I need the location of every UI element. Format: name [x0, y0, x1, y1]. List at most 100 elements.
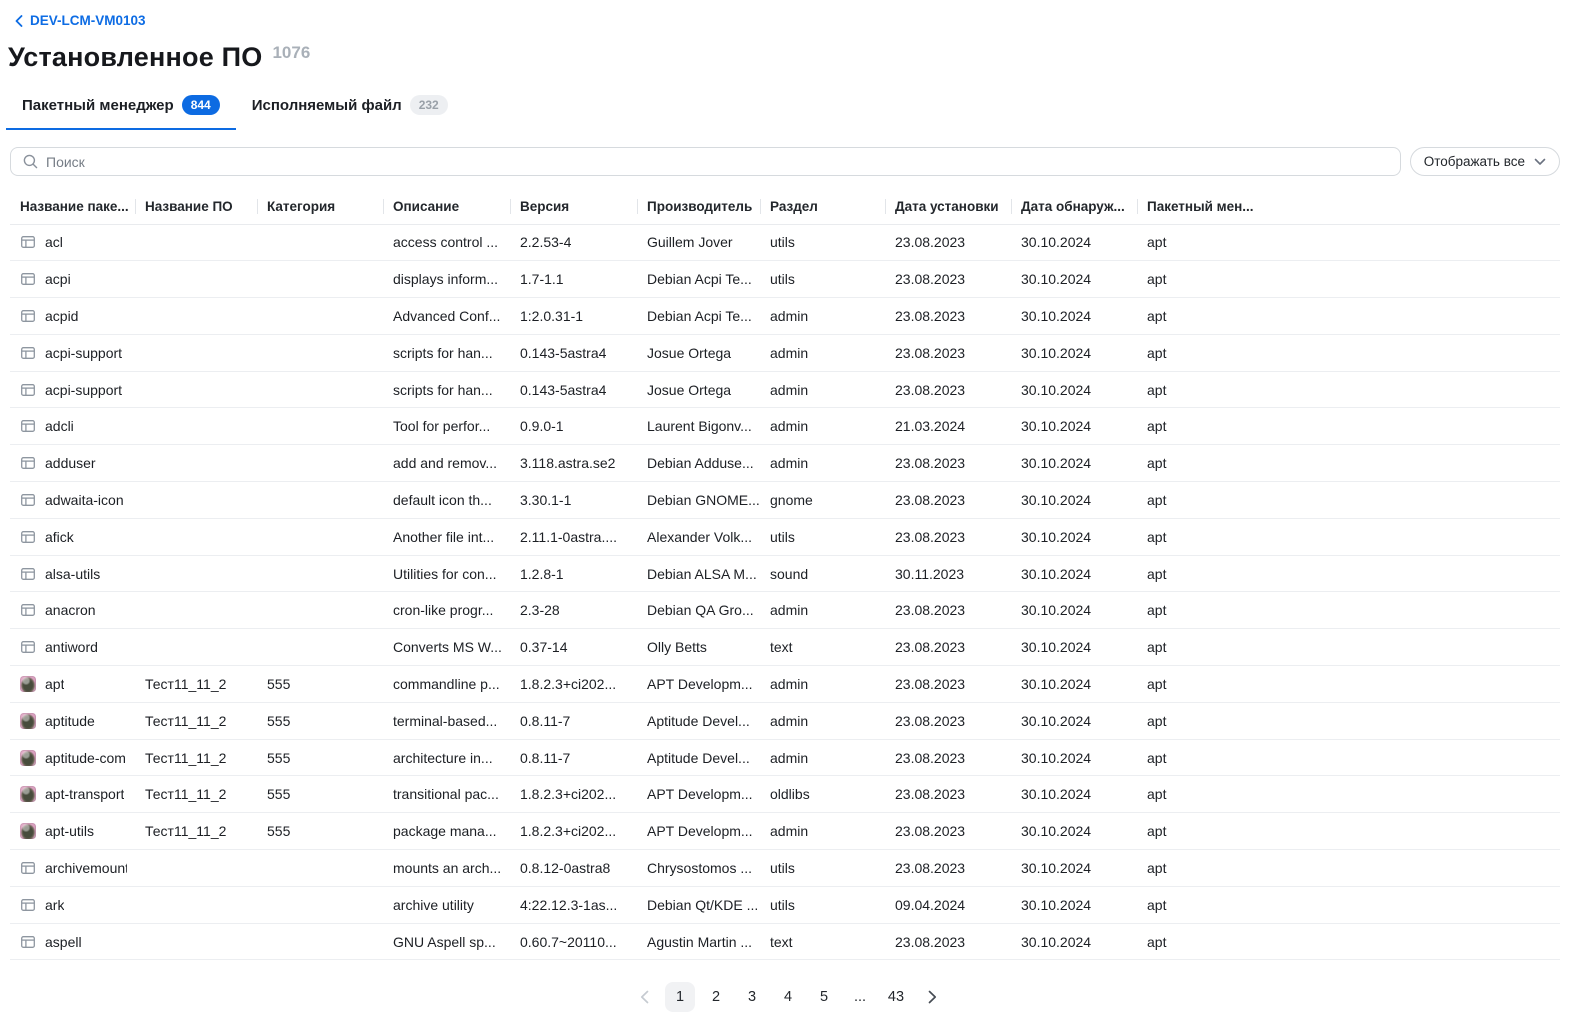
cell-section: admin [760, 334, 885, 371]
table-row[interactable]: acpi-supportscripts for han...0.143-5ast… [10, 334, 1560, 371]
table-row[interactable]: adcliTool for perfor...0.9.0-1Laurent Bi… [10, 408, 1560, 445]
cell-version: 0.8.12-0astra8 [510, 850, 637, 887]
package-name: ark [45, 897, 64, 913]
cell-software [135, 850, 257, 887]
cell-category: 555 [257, 776, 383, 813]
table-row[interactable]: aptitudeТест11_11_2555terminal-based...0… [10, 702, 1560, 739]
breadcrumb-label[interactable]: DEV-LCM-VM0103 [30, 13, 146, 28]
table-row[interactable]: afickAnother file int...2.11.1-0astra...… [10, 518, 1560, 555]
cell-discovered: 30.10.2024 [1011, 482, 1137, 519]
column-header[interactable]: Дата установки [885, 190, 1011, 224]
package-name: adcli [45, 418, 74, 434]
cell-discovered: 30.10.2024 [1011, 334, 1137, 371]
column-header[interactable]: Производитель [637, 190, 760, 224]
cell-vendor: Aptitude Devel... [637, 739, 760, 776]
window-icon [20, 382, 36, 398]
table-header-row: Название паке...Название ПОКатегорияОпис… [10, 190, 1560, 224]
table-row[interactable]: alsa-utilsUtilities for con...1.2.8-1Deb… [10, 555, 1560, 592]
cell-software: Тест11_11_2 [135, 776, 257, 813]
cell-manager: apt [1137, 445, 1560, 482]
cell-version: 2.2.53-4 [510, 224, 637, 261]
cell-manager: apt [1137, 886, 1560, 923]
tab-package-manager[interactable]: Пакетный менеджер844 [6, 89, 236, 130]
column-header[interactable]: Раздел [760, 190, 885, 224]
cell-description: Converts MS W... [383, 629, 510, 666]
pagination-page-43[interactable]: 43 [881, 982, 911, 1012]
pagination-prev-button[interactable] [629, 982, 659, 1012]
table-row[interactable]: aptТест11_11_2555commandline p...1.8.2.3… [10, 666, 1560, 703]
window-icon [20, 418, 36, 434]
pagination-page-3[interactable]: 3 [737, 982, 767, 1012]
column-header[interactable]: Описание [383, 190, 510, 224]
column-header[interactable]: Версия [510, 190, 637, 224]
search-box[interactable] [10, 147, 1401, 176]
table-row[interactable]: archivemountmounts an arch...0.8.12-0ast… [10, 850, 1560, 887]
cell-manager: apt [1137, 408, 1560, 445]
search-input[interactable] [46, 154, 1388, 170]
table-row[interactable]: acpi-supportscripts for han...0.143-5ast… [10, 371, 1560, 408]
page-count: 1076 [272, 43, 310, 63]
package-name: anacron [45, 602, 96, 618]
tab-executable-file[interactable]: Исполняемый файл232 [236, 89, 464, 130]
cell-version: 0.37-14 [510, 629, 637, 666]
cell-description: access control ... [383, 224, 510, 261]
table-row[interactable]: aclaccess control ...2.2.53-4Guillem Jov… [10, 224, 1560, 261]
package-name: alsa-utils [45, 566, 100, 582]
table-row[interactable]: acpidisplays inform...1.7-1.1Debian Acpi… [10, 261, 1560, 298]
cell-manager: apt [1137, 776, 1560, 813]
column-header[interactable]: Дата обнаруж... [1011, 190, 1137, 224]
cell-category [257, 555, 383, 592]
cell-vendor: Chrysostomos ... [637, 850, 760, 887]
column-header[interactable]: Категория [257, 190, 383, 224]
pagination-ellipsis: ... [845, 982, 875, 1012]
column-header[interactable]: Название паке... [10, 190, 135, 224]
table-row[interactable]: aspellGNU Aspell sp...0.60.7~20110...Agu… [10, 923, 1560, 960]
display-filter-dropdown[interactable]: Отображать все [1410, 147, 1560, 176]
pagination-page-4[interactable]: 4 [773, 982, 803, 1012]
cell-installed: 23.08.2023 [885, 334, 1011, 371]
cell-manager: apt [1137, 518, 1560, 555]
search-icon [23, 154, 38, 169]
cell-section: admin [760, 298, 885, 335]
cell-category [257, 334, 383, 371]
pagination-page-5[interactable]: 5 [809, 982, 839, 1012]
cell-manager: apt [1137, 629, 1560, 666]
cell-description: package mana... [383, 813, 510, 850]
table-row[interactable]: arkarchive utility4:22.12.3-1as...Debian… [10, 886, 1560, 923]
table-row[interactable]: adduseradd and remov...3.118.astra.se2De… [10, 445, 1560, 482]
window-icon [20, 271, 36, 287]
cell-discovered: 30.10.2024 [1011, 224, 1137, 261]
cell-installed: 23.08.2023 [885, 518, 1011, 555]
cell-software: Тест11_11_2 [135, 666, 257, 703]
cell-vendor: Debian Adduse... [637, 445, 760, 482]
window-icon [20, 897, 36, 913]
cell-description: Tool for perfor... [383, 408, 510, 445]
table-row[interactable]: anacroncron-like progr...2.3-28Debian QA… [10, 592, 1560, 629]
table-row[interactable]: antiwordConverts MS W...0.37-14Olly Bett… [10, 629, 1560, 666]
cell-category [257, 445, 383, 482]
table-row[interactable]: apt-utilsТест11_11_2555package mana...1.… [10, 813, 1560, 850]
cell-vendor: Debian Qt/KDE ... [637, 886, 760, 923]
pagination-next-button[interactable] [917, 982, 947, 1012]
table-row[interactable]: aptitude-comТест11_11_2555architecture i… [10, 739, 1560, 776]
cell-installed: 23.08.2023 [885, 850, 1011, 887]
cell-discovered: 30.10.2024 [1011, 261, 1137, 298]
cell-section: utils [760, 518, 885, 555]
cell-software: Тест11_11_2 [135, 739, 257, 776]
cell-category [257, 592, 383, 629]
cell-vendor: Alexander Volk... [637, 518, 760, 555]
table-row[interactable]: acpidAdvanced Conf...1:2.0.31-1Debian Ac… [10, 298, 1560, 335]
cell-manager: apt [1137, 666, 1560, 703]
cell-description: cron-like progr... [383, 592, 510, 629]
breadcrumb[interactable]: DEV-LCM-VM0103 [0, 0, 146, 28]
pagination-page-2[interactable]: 2 [701, 982, 731, 1012]
column-header[interactable]: Название ПО [135, 190, 257, 224]
table-row[interactable]: adwaita-icondefault icon th...3.30.1-1De… [10, 482, 1560, 519]
table-row[interactable]: apt-transportТест11_11_2555transitional … [10, 776, 1560, 813]
cell-installed: 23.08.2023 [885, 371, 1011, 408]
column-header[interactable]: Пакетный мен... [1137, 190, 1560, 224]
cell-description: default icon th... [383, 482, 510, 519]
cell-software [135, 518, 257, 555]
cell-installed: 23.08.2023 [885, 739, 1011, 776]
pagination-page-1[interactable]: 1 [665, 982, 695, 1012]
